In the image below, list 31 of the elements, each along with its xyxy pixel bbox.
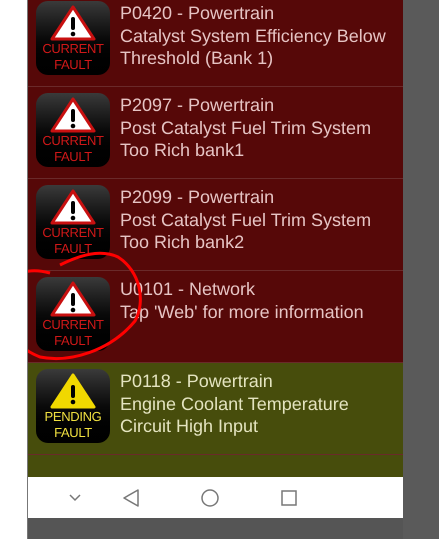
badge-label: CURRENT bbox=[42, 133, 104, 149]
fault-code: P0420 - Powertrain bbox=[120, 2, 276, 24]
badge-label: FAULT bbox=[54, 333, 92, 349]
badge-label: CURRENT bbox=[42, 41, 104, 57]
fault-row[interactable]: CURRENT FAULT P2097 - Powertrain Post Catalyst Fuel Trim System Too Rich bank1 bbox=[28, 87, 403, 179]
fault-row[interactable]: CURRENT FAULT P2099 - Powertrain Post Catalyst Fuel Trim System Too Rich bank2 bbox=[28, 179, 403, 271]
fault-description: Engine Coolant Temperature Circuit High Input bbox=[120, 393, 350, 437]
fault-row[interactable]: CURRENT FAULT P0420 - Powertrain Catalyst System Efficiency Below Threshold (Bank 1) bbox=[28, 0, 403, 87]
fault-code: P0118 - Powertrain bbox=[120, 370, 274, 392]
home-icon[interactable] bbox=[201, 488, 219, 506]
chevron-down-icon[interactable] bbox=[69, 494, 81, 502]
badge-label: CURRENT bbox=[42, 317, 104, 333]
badge-label: FAULT bbox=[54, 57, 92, 73]
back-icon[interactable] bbox=[123, 488, 139, 506]
fault-description: Post Catalyst Fuel Trim System Too Rich bank1 bbox=[120, 117, 372, 161]
warning-icon bbox=[50, 189, 96, 225]
fault-code: P2097 - Powertrain bbox=[120, 94, 276, 116]
warning-icon bbox=[50, 281, 96, 317]
fault-row[interactable]: PENDING FAULT P0118 - Powertrain Engine Coolant Temperature Circuit High Input bbox=[28, 363, 403, 455]
fault-code: P2099 - Powertrain bbox=[120, 186, 276, 208]
warning-icon bbox=[50, 373, 96, 409]
badge-label: FAULT bbox=[54, 425, 92, 441]
fault-description: Catalyst System Efficiency Below Threshold (Bank 1) bbox=[120, 25, 387, 69]
badge-label: CURRENT bbox=[42, 225, 104, 241]
fault-description: Post Catalyst Fuel Trim System Too Rich bank2 bbox=[120, 209, 372, 253]
warning-icon bbox=[50, 97, 96, 133]
badge-label: FAULT bbox=[54, 149, 92, 165]
warning-icon bbox=[50, 5, 96, 41]
badge-label: PENDING bbox=[44, 409, 102, 425]
badge-label: FAULT bbox=[54, 241, 92, 257]
recents-icon[interactable] bbox=[281, 490, 297, 506]
